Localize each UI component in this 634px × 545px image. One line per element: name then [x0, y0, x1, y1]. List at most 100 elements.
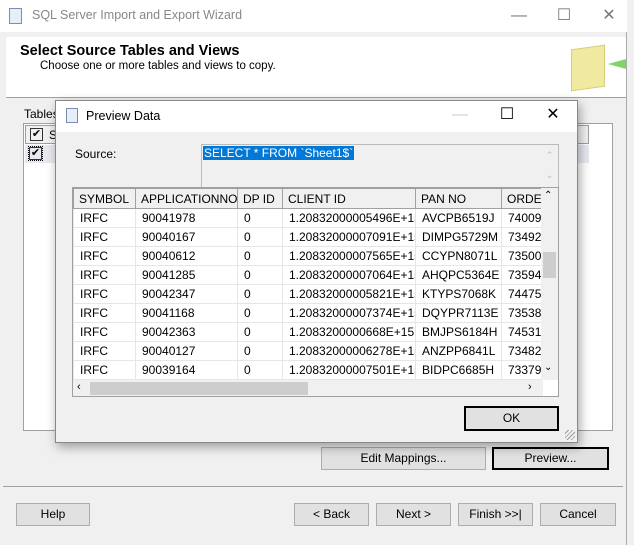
tables-label: Tables [24, 107, 59, 121]
table-cell: CCYPN8071L [415, 246, 502, 266]
dialog-minimize-button: — [452, 106, 468, 123]
table-cell: DQYPR7113E [415, 303, 502, 323]
app-icon [9, 8, 22, 24]
title-bar: SQL Server Import and Export Wizard — ☐ … [0, 0, 627, 32]
row-checkbox[interactable]: ✔ [28, 146, 43, 161]
table-cell: IRFC [73, 246, 136, 266]
query-scrollbar[interactable]: ⌃ ⌄ [541, 145, 558, 188]
table-row[interactable]: IRFC 90039164 0 1.20832000007501E+15 BIDPC66… [73, 360, 552, 380]
table-cell: 0 [237, 360, 283, 380]
page-title: Select Source Tables and Views [20, 43, 240, 59]
vertical-scrollbar[interactable]: ⌃ ⌄ [541, 188, 558, 380]
dialog-maximize-button[interactable]: ☐ [484, 103, 530, 127]
column-header[interactable]: SYMBOL [73, 188, 136, 209]
horizontal-scroll-thumb[interactable] [90, 382, 308, 395]
select-all-checkbox[interactable]: ✔ [30, 128, 43, 141]
table-cell: 90040167 [135, 227, 238, 247]
wizard-header: Select Source Tables and Views Choose on… [6, 37, 626, 98]
table-cell: DIMPG5729M [415, 227, 502, 247]
ok-button[interactable]: OK [464, 406, 559, 431]
table-cell: KTYPS7068K [415, 284, 502, 304]
table-cell: BMJPS6184H [415, 322, 502, 342]
scroll-down-icon[interactable]: ⌄ [544, 362, 552, 373]
edit-mappings-button[interactable]: Edit Mappings... [321, 447, 486, 470]
table-cell: 1.20832000007091E+15 [282, 227, 416, 247]
close-button[interactable]: ✕ [586, 4, 632, 28]
data-table: SYMBOL APPLICATIONNO DP ID CLIENT ID PAN NO O… [73, 188, 552, 380]
preview-button[interactable]: Preview... [492, 447, 609, 470]
page-subtitle: Choose one or more tables and views to c… [40, 60, 276, 72]
source-query-textbox[interactable]: SELECT * FROM `Sheet1$` ⌃ ⌄ [201, 144, 559, 189]
table-row[interactable]: IRFC 90040612 0 1.20832000007565E+15 CCYPN80… [73, 246, 552, 266]
table-cell: 0 [237, 246, 283, 266]
finish-button[interactable]: Finish >>| [458, 503, 533, 526]
table-cell: 90039164 [135, 360, 238, 380]
table-cell: 90040612 [135, 246, 238, 266]
horizontal-scrollbar[interactable]: ‹ › [73, 380, 543, 396]
table-cell: 90042363 [135, 322, 238, 342]
dialog-title-bar: Preview Data — ☐ ✕ [56, 101, 577, 132]
column-header[interactable]: DP ID [237, 188, 283, 209]
table-cell: 1.2083200000668E+15 [282, 322, 416, 342]
table-row[interactable]: IRFC 90041168 0 1.20832000007374E+15 DQYPR71… [73, 303, 552, 323]
window-title: SQL Server Import and Export Wizard [32, 8, 243, 22]
table-cell: 0 [237, 227, 283, 247]
dialog-title: Preview Data [86, 109, 161, 123]
table-cell: IRFC [73, 322, 136, 342]
table-cell: 90041168 [135, 303, 238, 323]
table-row[interactable]: IRFC 90041285 0 1.20832000007064E+15 AHQPC53… [73, 265, 552, 285]
divider [3, 486, 623, 487]
cancel-button[interactable]: Cancel [540, 503, 616, 526]
minimize-button[interactable]: — [496, 4, 542, 28]
table-cell: IRFC [73, 227, 136, 247]
table-cell: ANZPP6841L [415, 341, 502, 361]
arrow-icon [608, 59, 626, 69]
help-button[interactable]: Help [16, 503, 90, 526]
dialog-close-button[interactable]: ✕ [530, 103, 576, 127]
table-cell: 90041285 [135, 265, 238, 285]
table-cell: 0 [237, 341, 283, 361]
table-cell: IRFC [73, 284, 136, 304]
resize-grip-icon[interactable] [565, 430, 575, 440]
table-cell: AVCPB6519J [415, 208, 502, 228]
table-cell: BIDPC6685H [415, 360, 502, 380]
table-row[interactable]: IRFC 90041978 0 1.20832000005496E+15 AVCPB65… [73, 208, 552, 228]
column-header[interactable]: PAN NO [415, 188, 502, 209]
wizard-graphic-icon [571, 44, 605, 92]
table-row[interactable]: IRFC 90040167 0 1.20832000007091E+15 DIMPG57… [73, 227, 552, 247]
back-button[interactable]: < Back [294, 503, 369, 526]
table-cell: 0 [237, 208, 283, 228]
table-cell: 1.20832000007501E+15 [282, 360, 416, 380]
source-query-text[interactable]: SELECT * FROM `Sheet1$` [203, 146, 355, 160]
vertical-scroll-thumb[interactable] [543, 252, 556, 278]
column-header[interactable]: CLIENT ID [282, 188, 416, 209]
column-header[interactable]: APPLICATIONNO [135, 188, 238, 209]
preview-data-dialog: Preview Data — ☐ ✕ Source: SELECT * FROM… [55, 100, 578, 443]
table-row[interactable]: IRFC 90042363 0 1.2083200000668E+15 BMJPS618… [73, 322, 552, 342]
table-cell: 0 [237, 284, 283, 304]
table-cell: 1.20832000007064E+15 [282, 265, 416, 285]
table-cell: 0 [237, 322, 283, 342]
scroll-right-icon[interactable]: › [528, 381, 532, 393]
scroll-left-icon[interactable]: ‹ [77, 381, 81, 393]
dialog-icon [66, 108, 78, 123]
preview-grid[interactable]: SYMBOL APPLICATIONNO DP ID CLIENT ID PAN NO O… [72, 187, 559, 397]
table-cell: IRFC [73, 360, 136, 380]
next-button[interactable]: Next > [376, 503, 451, 526]
table-cell: IRFC [73, 341, 136, 361]
table-cell: 90040127 [135, 341, 238, 361]
maximize-button[interactable]: ☐ [541, 4, 587, 28]
table-cell: 0 [237, 265, 283, 285]
scroll-up-icon[interactable]: ⌃ [544, 190, 552, 201]
table-cell: 0 [237, 303, 283, 323]
table-cell: IRFC [73, 303, 136, 323]
table-cell: 1.20832000007565E+15 [282, 246, 416, 266]
table-cell: AHQPC5364E [415, 265, 502, 285]
table-row[interactable]: IRFC 90042347 0 1.20832000005821E+15 KTYPS70… [73, 284, 552, 304]
table-cell: 1.20832000005821E+15 [282, 284, 416, 304]
table-cell: 1.20832000006278E+15 [282, 341, 416, 361]
table-cell: 90042347 [135, 284, 238, 304]
table-cell: 1.20832000005496E+15 [282, 208, 416, 228]
table-row[interactable]: IRFC 90040127 0 1.20832000006278E+15 ANZPP68… [73, 341, 552, 361]
table-cell: 1.20832000007374E+15 [282, 303, 416, 323]
